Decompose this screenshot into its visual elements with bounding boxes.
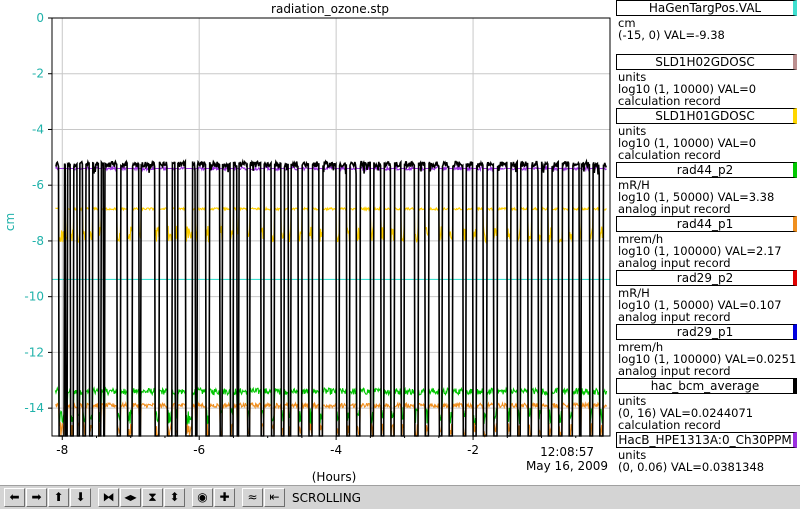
legend-entry[interactable]: HaGenTargPos.VAL cm (-15, 0) VAL=-9.38 xyxy=(612,0,800,54)
y-tick-label: -2 xyxy=(32,67,44,81)
legend-name[interactable]: hac_bcm_average xyxy=(616,378,797,394)
y-tick-label: -10 xyxy=(24,290,44,304)
x-tick-label: -4 xyxy=(330,443,342,457)
y-axis-label: cm xyxy=(3,213,17,231)
autoscale-icon[interactable]: ◉ xyxy=(192,488,213,507)
legend-entry[interactable]: rad44_p1 mrem/h log10 (1, 100000) VAL=2.17… xyxy=(612,216,800,270)
legend-record: analog input record xyxy=(618,256,731,270)
scroll-mode-icon[interactable]: ⇤ xyxy=(264,488,285,507)
plot-frame xyxy=(51,17,611,437)
legend-entry[interactable]: rad29_p2 mR/H log10 (1, 50000) VAL=0.107 an… xyxy=(612,270,800,324)
legend-record: analog input record xyxy=(618,202,731,216)
y-tick-label: -6 xyxy=(32,178,44,192)
grid xyxy=(52,17,610,436)
x-axis-label: (Hours) xyxy=(312,470,357,484)
series-layer xyxy=(52,158,610,438)
legend-name[interactable]: rad44_p1 xyxy=(616,216,797,232)
legend-range: (-15, 0) VAL=-9.38 xyxy=(618,28,725,42)
zoom-out-horizontal-icon[interactable]: ◀▶ xyxy=(120,488,141,507)
x-tick-label: -2 xyxy=(467,443,479,457)
legend-name[interactable]: rad29_p2 xyxy=(616,270,797,286)
y-tick-label: -12 xyxy=(24,345,44,359)
legend-entry[interactable]: rad44_p2 mR/H log10 (1, 50000) VAL=3.38 ana… xyxy=(612,162,800,216)
legend-name[interactable]: SLD1H01GDOSC xyxy=(616,108,797,124)
pan-left-icon[interactable]: ⬅ xyxy=(4,488,25,507)
legend-entry[interactable]: SLD1H02GDOSC units log10 (1, 10000) VAL=0 c… xyxy=(612,54,800,108)
legend-record: calculation record xyxy=(618,94,721,108)
legend-record: calculation record xyxy=(618,418,721,432)
status-text: SCROLLING xyxy=(292,490,361,505)
y-tick-label: -8 xyxy=(32,234,44,248)
x-tick-label: -8 xyxy=(56,443,68,457)
legend-record: analog input record xyxy=(618,364,731,378)
series-line-hac-bcm-average xyxy=(55,158,608,437)
y-axis: 0 -2 -4 -6 -8 -10 -12 -14 xyxy=(24,11,52,415)
zoom-in-vertical-icon[interactable]: ⧗ xyxy=(142,488,163,507)
legend-name[interactable]: HacB_HPE1313A:0_Ch30PPM xyxy=(616,432,797,448)
toolbar: ⬅ ➡ ⬆ ⬇ ⧓ ◀▶ ⧗ ⬍ ◉ ✚ ≈ ⇤ SCROLLING xyxy=(0,485,800,509)
end-date-label: May 16, 2009 xyxy=(526,459,608,473)
legend-name[interactable]: HaGenTargPos.VAL xyxy=(616,0,797,16)
pan-down-icon[interactable]: ⬇ xyxy=(70,488,91,507)
legend-name[interactable]: SLD1H02GDOSC xyxy=(616,54,797,70)
legend-entry[interactable]: HacB_HPE1313A:0_Ch30PPM units (0, 0.06) VA… xyxy=(612,432,800,486)
legend: HaGenTargPos.VAL cm (-15, 0) VAL=-9.38 SLD1… xyxy=(612,0,800,484)
legend-entry[interactable]: hac_bcm_average units (0, 16) VAL=0.024407… xyxy=(612,378,800,432)
y-tick-label: -14 xyxy=(24,401,44,415)
styles-icon[interactable]: ≈ xyxy=(242,488,263,507)
legend-name[interactable]: rad29_p1 xyxy=(616,324,797,340)
legend-record: analog input record xyxy=(618,310,731,324)
x-tick-label: -6 xyxy=(193,443,205,457)
plot-area[interactable]: radiation_ozone.stp cm 0 -2 -4 -6 -8 -10 -12 -1… xyxy=(0,0,612,485)
legend-range: (0, 0.06) VAL=0.0381348 xyxy=(618,460,765,474)
chart-title: radiation_ozone.stp xyxy=(271,2,389,16)
legend-record: calculation record xyxy=(618,148,721,162)
zoom-in-horizontal-icon[interactable]: ⧓ xyxy=(98,488,119,507)
legend-entry[interactable]: SLD1H01GDOSC units log10 (1, 10000) VAL=0 c… xyxy=(612,108,800,162)
legend-entry[interactable]: rad29_p1 mrem/h log10 (1, 100000) VAL=0.02… xyxy=(612,324,800,378)
zoom-out-vertical-icon[interactable]: ⬍ xyxy=(164,488,185,507)
legend-name[interactable]: rad44_p2 xyxy=(616,162,797,178)
y-tick-label: 0 xyxy=(36,11,44,25)
end-time-label: 12:08:57 xyxy=(540,445,594,459)
pan-up-icon[interactable]: ⬆ xyxy=(48,488,69,507)
y-tick-label: -4 xyxy=(32,122,44,136)
pan-right-icon[interactable]: ➡ xyxy=(26,488,47,507)
x-axis: -8 -6 -4 -2 xyxy=(56,436,577,457)
reset-icon[interactable]: ✚ xyxy=(214,488,235,507)
